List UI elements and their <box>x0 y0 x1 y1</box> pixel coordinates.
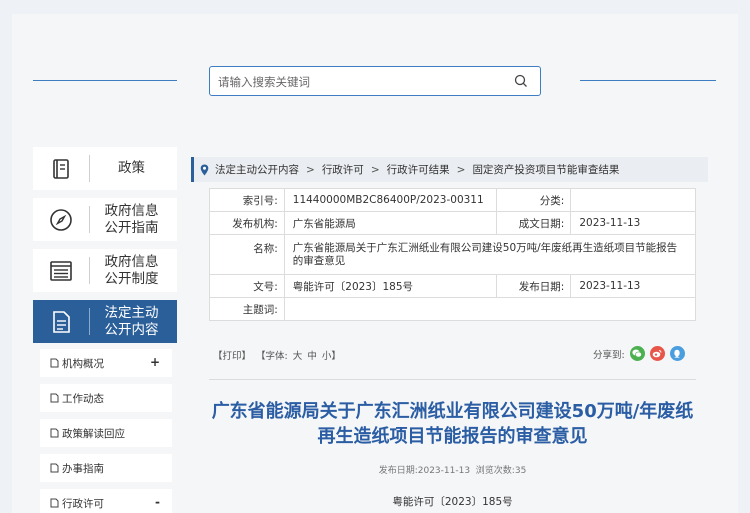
breadcrumb-separator: > <box>456 163 466 176</box>
name-value: 广东省能源局关于广东汇洲纸业有限公司建设50万吨/年废纸再生造纸项目节能报告的审… <box>283 234 697 275</box>
compass-icon <box>33 198 89 241</box>
wechat-icon[interactable] <box>629 346 645 361</box>
subnav-item-license[interactable]: 行政许可 - <box>40 489 172 513</box>
docno-value: 粤能许可〔2023〕185号 <box>283 274 497 298</box>
book-icon <box>33 147 89 190</box>
created-date-value: 2023-11-13 <box>570 211 696 235</box>
article-pubinfo: 发布日期:2023-11-13 浏览次数:35 <box>378 466 527 476</box>
nav-label: 政府信息 公开指南 <box>104 202 159 236</box>
subject-value <box>283 297 697 321</box>
table-row: 文号: 粤能许可〔2023〕185号 发布日期: 2023-11-13 <box>209 274 696 298</box>
search-input[interactable] <box>218 72 498 91</box>
share-bar: 分享到: <box>593 346 685 361</box>
doc-small-icon <box>50 498 59 508</box>
breadcrumb-item[interactable]: 法定主动公开内容 <box>215 162 299 177</box>
doc-small-icon <box>50 393 59 403</box>
search-icon[interactable] <box>514 74 528 88</box>
nav-card-disclosure[interactable]: 法定主动 公开内容 <box>33 300 177 343</box>
subnav-item-institution[interactable]: 机构概况 + <box>40 349 172 377</box>
font-large-button[interactable]: 大 <box>293 351 303 362</box>
nav-card-system[interactable]: 政府信息 公开制度 <box>33 249 177 292</box>
subnav-item-interpretation[interactable]: 政策解读回应 <box>40 419 172 447</box>
published-date-label: 发布日期: <box>495 274 572 298</box>
publisher-value: 广东省能源局 <box>283 211 497 235</box>
doc-small-icon <box>50 428 59 438</box>
article-toolbar: 【打印】 【字体: 大 中 小】 <box>213 348 343 362</box>
article-title: 广东省能源局关于广东汇洲纸业有限公司建设50万吨/年废纸再生造纸项目节能报告的审… <box>211 401 694 447</box>
search-divider-right <box>580 80 716 81</box>
top-band <box>0 0 750 14</box>
list-icon <box>33 249 89 292</box>
nav-label: 政府信息 公开制度 <box>104 253 159 287</box>
weibo-icon[interactable] <box>649 346 665 361</box>
qq-icon[interactable] <box>669 346 685 361</box>
published-date-value: 2023-11-13 <box>570 274 696 298</box>
search-box <box>209 66 541 96</box>
created-date-label: 成文日期: <box>495 211 572 235</box>
font-size-label: 【字体: <box>256 351 288 362</box>
share-label: 分享到: <box>593 349 625 361</box>
nav-card-guide[interactable]: 政府信息 公开指南 <box>33 198 177 241</box>
name-label: 名称: <box>209 234 285 275</box>
breadcrumb-item[interactable]: 行政许可结果 <box>387 162 450 177</box>
font-small-button[interactable]: 小】 <box>322 351 341 362</box>
subnav-item-service[interactable]: 办事指南 <box>40 454 172 482</box>
breadcrumb-item[interactable]: 固定资产投资项目节能审查结果 <box>472 162 619 177</box>
nav-label: 政策 <box>118 160 145 176</box>
table-row: 发布机构: 广东省能源局 成文日期: 2023-11-13 <box>209 211 696 235</box>
category-label: 分类: <box>495 188 572 212</box>
print-button[interactable]: 【打印】 <box>213 351 251 362</box>
subject-label: 主题词: <box>209 297 285 321</box>
table-row: 索引号: 11440000MB2C86400P/2023-00311 分类: <box>209 188 696 212</box>
breadcrumb-accent <box>191 157 194 182</box>
table-row: 主题词: <box>209 297 697 321</box>
divider <box>209 379 696 380</box>
index-label: 索引号: <box>209 188 285 212</box>
nav-label: 法定主动 公开内容 <box>104 304 159 338</box>
metadata-table: 索引号: 11440000MB2C86400P/2023-00311 分类: 发… <box>209 188 697 321</box>
breadcrumb-separator: > <box>370 163 380 176</box>
docno-label: 文号: <box>209 274 285 298</box>
font-medium-button[interactable]: 中 <box>307 351 317 362</box>
doc-small-icon <box>50 463 59 473</box>
document-icon <box>33 300 89 343</box>
expand-toggle[interactable]: + <box>150 355 160 369</box>
breadcrumb: 法定主动公开内容 > 行政许可 > 行政许可结果 > 固定资产投资项目节能审查结… <box>191 157 708 182</box>
breadcrumb-separator: > <box>306 163 315 176</box>
table-row: 名称: 广东省能源局关于广东汇洲纸业有限公司建设50万吨/年废纸再生造纸项目节能… <box>209 234 697 275</box>
collapse-toggle[interactable]: - <box>155 495 160 509</box>
search-divider-left <box>33 80 177 81</box>
category-value <box>570 188 696 212</box>
doc-small-icon <box>50 358 59 368</box>
article-docno: 粤能许可〔2023〕185号 <box>392 496 513 508</box>
subnav-item-work[interactable]: 工作动态 <box>40 384 172 412</box>
nav-card-policy[interactable]: 政策 <box>33 147 177 190</box>
location-pin-icon <box>200 164 209 175</box>
publisher-label: 发布机构: <box>209 211 285 235</box>
index-value: 11440000MB2C86400P/2023-00311 <box>283 188 497 212</box>
breadcrumb-item[interactable]: 行政许可 <box>322 162 364 177</box>
